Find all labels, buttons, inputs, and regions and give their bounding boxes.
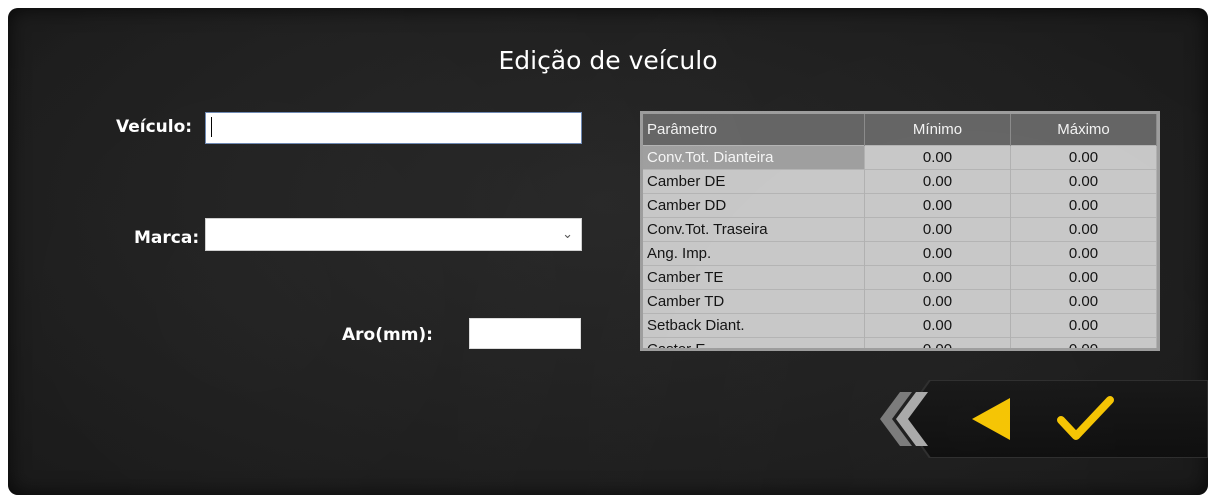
table-row[interactable]: Camber DD 0.00 0.00 (643, 193, 1157, 218)
parameter-cell[interactable]: Setback Diant. (643, 313, 865, 338)
parameters-table[interactable]: Parâmetro Mínimo Máximo Conv.Tot. Diante… (640, 111, 1160, 351)
maximum-cell[interactable]: 0.00 (1010, 289, 1157, 314)
table-row[interactable]: Camber TE 0.00 0.00 (643, 265, 1157, 290)
vehicle-label: Veículo: (116, 117, 193, 137)
parameter-cell[interactable]: Ang. Imp. (643, 241, 865, 266)
text-caret (211, 117, 212, 137)
maximum-cell[interactable]: 0.00 (1010, 337, 1157, 348)
column-header-parameter[interactable]: Parâmetro (643, 114, 865, 146)
maximum-cell[interactable]: 0.00 (1010, 193, 1157, 218)
chevron-down-icon[interactable]: ⌄ (562, 226, 573, 242)
brand-select[interactable]: ⌄ (205, 218, 582, 251)
table-header-row: Parâmetro Mínimo Máximo (643, 114, 1157, 146)
table-row[interactable]: Ang. Imp. 0.00 0.00 (643, 241, 1157, 266)
maximum-cell[interactable]: 0.00 (1010, 241, 1157, 266)
minimum-cell[interactable]: 0.00 (864, 313, 1011, 338)
minimum-cell[interactable]: 0.00 (864, 217, 1011, 242)
minimum-cell[interactable]: 0.00 (864, 241, 1011, 266)
dialog-frame: Edição de veículo Veículo: Marca: ⌄ Aro(… (8, 8, 1208, 495)
checkmark-icon (1057, 396, 1114, 440)
back-button[interactable] (968, 396, 1016, 442)
rim-input[interactable] (469, 318, 581, 349)
table-row[interactable]: Setback Diant. 0.00 0.00 (643, 313, 1157, 338)
maximum-cell[interactable]: 0.00 (1010, 265, 1157, 290)
table-row[interactable]: Conv.Tot. Dianteira 0.00 0.00 (643, 145, 1157, 170)
minimum-cell[interactable]: 0.00 (864, 145, 1011, 170)
minimum-cell[interactable]: 0.00 (864, 169, 1011, 194)
minimum-cell[interactable]: 0.00 (864, 265, 1011, 290)
rim-label: Aro(mm): (342, 325, 433, 345)
brand-label: Marca: (134, 228, 200, 248)
vehicle-input[interactable] (205, 112, 582, 144)
table-row[interactable]: Camber TD 0.00 0.00 (643, 289, 1157, 314)
parameter-cell[interactable]: Camber TD (643, 289, 865, 314)
minimum-cell[interactable]: 0.00 (864, 337, 1011, 348)
parameter-cell[interactable]: Camber DD (643, 193, 865, 218)
action-bar (872, 379, 1208, 459)
table-row[interactable]: Conv.Tot. Traseira 0.00 0.00 (643, 217, 1157, 242)
parameter-cell[interactable]: Conv.Tot. Traseira (643, 217, 865, 242)
minimum-cell[interactable]: 0.00 (864, 193, 1011, 218)
parameter-cell[interactable]: Camber TE (643, 265, 865, 290)
minimum-cell[interactable]: 0.00 (864, 289, 1011, 314)
parameter-cell[interactable]: Conv.Tot. Dianteira (643, 145, 865, 170)
back-triangle-icon (972, 398, 1010, 440)
action-bar-graphic (880, 379, 1208, 459)
maximum-cell[interactable]: 0.00 (1010, 313, 1157, 338)
column-header-minimum[interactable]: Mínimo (864, 114, 1011, 146)
maximum-cell[interactable]: 0.00 (1010, 145, 1157, 170)
maximum-cell[interactable]: 0.00 (1010, 217, 1157, 242)
parameter-cell[interactable]: Caster E (643, 337, 865, 348)
dialog-title: Edição de veículo (498, 46, 718, 75)
table-row[interactable]: Caster E 0.00 0.00 (643, 337, 1157, 348)
parameter-cell[interactable]: Camber DE (643, 169, 865, 194)
column-header-maximum[interactable]: Máximo (1010, 114, 1157, 146)
table-row[interactable]: Camber DE 0.00 0.00 (643, 169, 1157, 194)
maximum-cell[interactable]: 0.00 (1010, 169, 1157, 194)
confirm-button[interactable] (1056, 394, 1116, 444)
